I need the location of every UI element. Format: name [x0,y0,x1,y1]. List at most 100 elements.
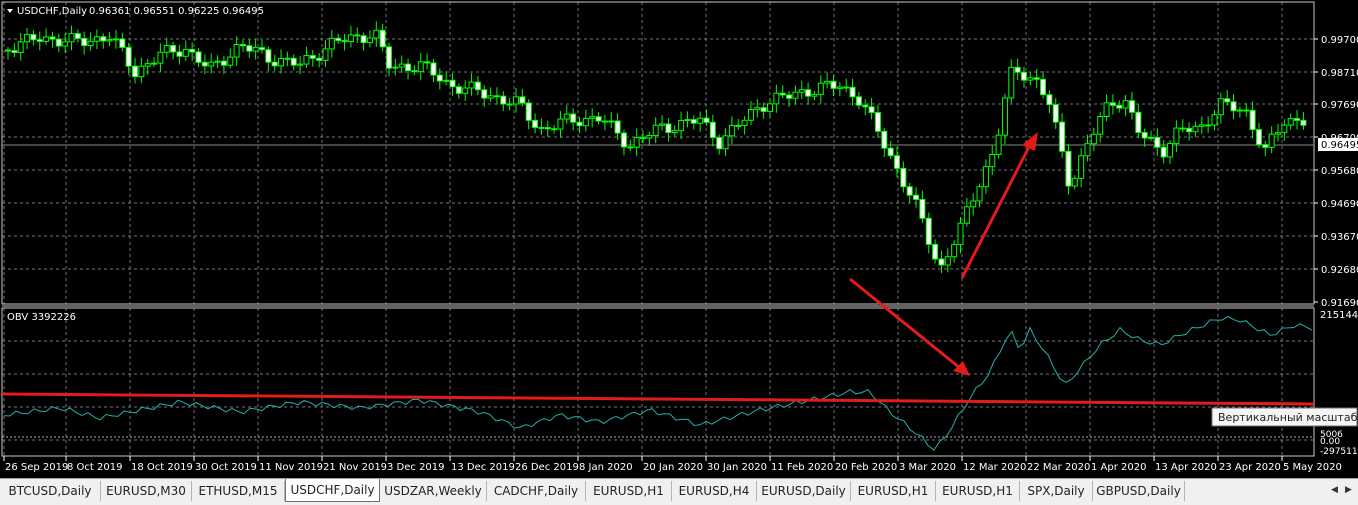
candle-body [868,106,875,114]
tab-btcusd-daily[interactable]: BTCUSD,Daily [0,481,101,501]
tab-usdchf-daily[interactable]: USDCHF,Daily [285,479,380,502]
tab-eurusd-h1[interactable]: EURUSD,H1 [936,481,1020,501]
price-label: 0.98710 [1321,68,1358,79]
candle-body [1211,114,1218,126]
candle-body [36,39,43,42]
tab-eurusd-h1[interactable]: EURUSD,H1 [851,481,936,501]
candle-body [1281,124,1288,134]
candle-body [1249,109,1256,131]
candle-body [716,137,723,150]
candle-body [855,96,862,106]
price-label: 0.97690 [1321,100,1358,111]
candle-body [1192,125,1199,133]
candle-body [297,63,304,66]
tab-gbpusd-daily[interactable]: GBPUSD,Daily [1093,481,1185,501]
candle-body [1059,121,1066,152]
candle-body [24,34,31,43]
tab-eurusd-h1[interactable]: EURUSD,H1 [586,481,672,501]
time-label: 18 Oct 2019 [131,462,193,473]
candle-body [1033,77,1040,80]
candle-body [220,60,227,66]
candle-body [195,51,202,63]
candle-body [830,80,837,89]
candle-body [303,55,310,65]
candle-body [405,63,412,72]
candle-body [1300,119,1307,126]
price-label: 0.91690 [1321,298,1358,309]
time-label: 21 Nov 2019 [323,462,387,473]
time-label: 3 Dec 2019 [387,462,445,473]
tab-spx-daily[interactable]: SPX,Daily [1020,481,1093,501]
candle-body [595,116,602,122]
tab-usdzar-weekly[interactable]: USDZAR,Weekly [380,481,487,501]
candle-body [93,36,100,42]
time-label: 13 Dec 2019 [451,462,515,473]
chart-tab-bar: BTCUSD,Daily EURUSD,M30 ETHUSD,M15 USDCHF,D… [0,478,1358,505]
candle-body [601,120,608,123]
candle-body [1217,98,1224,116]
candle-body [449,79,456,88]
candle-body [271,61,278,67]
arrow-right-icon[interactable]: ▶ [1343,484,1354,496]
candle-body [1103,102,1110,117]
time-label: 3 Mar 2020 [899,462,956,473]
obv-scale-bottom: -297511 [1320,447,1358,457]
vertical-scale-tooltip-text: Вертикальный масштаб [1218,411,1358,424]
candle-body [925,217,932,245]
candle-body [989,153,996,168]
candle-body [360,35,367,44]
candle-body [1167,143,1174,158]
tab-eurusd-m30[interactable]: EURUSD,M30 [101,481,192,501]
candle-body [1268,133,1275,148]
candle-body [817,82,824,95]
candle-body [11,50,18,54]
candle-body [754,107,761,110]
candle-body [455,86,462,94]
candle-body [792,91,799,99]
candle-body [1097,115,1104,135]
time-label: 26 Sep 2019 [5,462,68,473]
trading-chart[interactable]: 0.997000.987100.976900.967000.956800.946… [0,0,1358,478]
time-label: 12 Mar 2020 [963,462,1026,473]
candle-body [760,107,767,112]
candle-body [703,117,710,123]
arrow-left-icon[interactable]: ◀ [1329,484,1340,496]
candle-body [1186,127,1193,133]
tab-ethusd-m15[interactable]: ETHUSD,M15 [192,481,285,501]
time-label: 1 Apr 2020 [1091,462,1146,473]
candle-body [894,155,900,169]
candle-body [1255,129,1262,146]
candle-body [112,38,119,41]
candle-body [1205,124,1212,127]
candle-body [1052,104,1059,123]
candle-body [366,37,373,44]
candle-body [1071,177,1078,187]
candle-body [87,40,94,47]
candle-body [341,40,348,43]
time-label: 13 Apr 2020 [1155,462,1217,473]
tab-eurusd-daily[interactable]: EURUSD,Daily [757,481,851,501]
candle-body [957,222,964,246]
time-label: 11 Feb 2020 [771,462,833,473]
candle-body [849,86,856,98]
candle-body [722,135,729,150]
candle-body [627,146,634,149]
candle-body [1116,104,1123,109]
candle-body [125,46,132,67]
candle-body [1078,155,1085,179]
candle-body [824,80,831,84]
candle-body [1294,118,1301,121]
tab-eurusd-h4[interactable]: EURUSD,H4 [672,481,757,501]
candle-body [938,258,945,266]
candle-body [1262,144,1269,148]
candle-body [671,130,678,134]
candle-body [932,243,939,260]
candle-body [963,206,970,224]
obv-scale-zero: 0.00 [1320,437,1340,447]
candle-body [786,94,793,99]
candle-body [982,166,989,188]
candle-body [1135,111,1142,133]
candle-body [646,135,653,139]
candle-body [919,198,926,219]
tab-cadchf-daily[interactable]: CADCHF,Daily [487,481,586,501]
